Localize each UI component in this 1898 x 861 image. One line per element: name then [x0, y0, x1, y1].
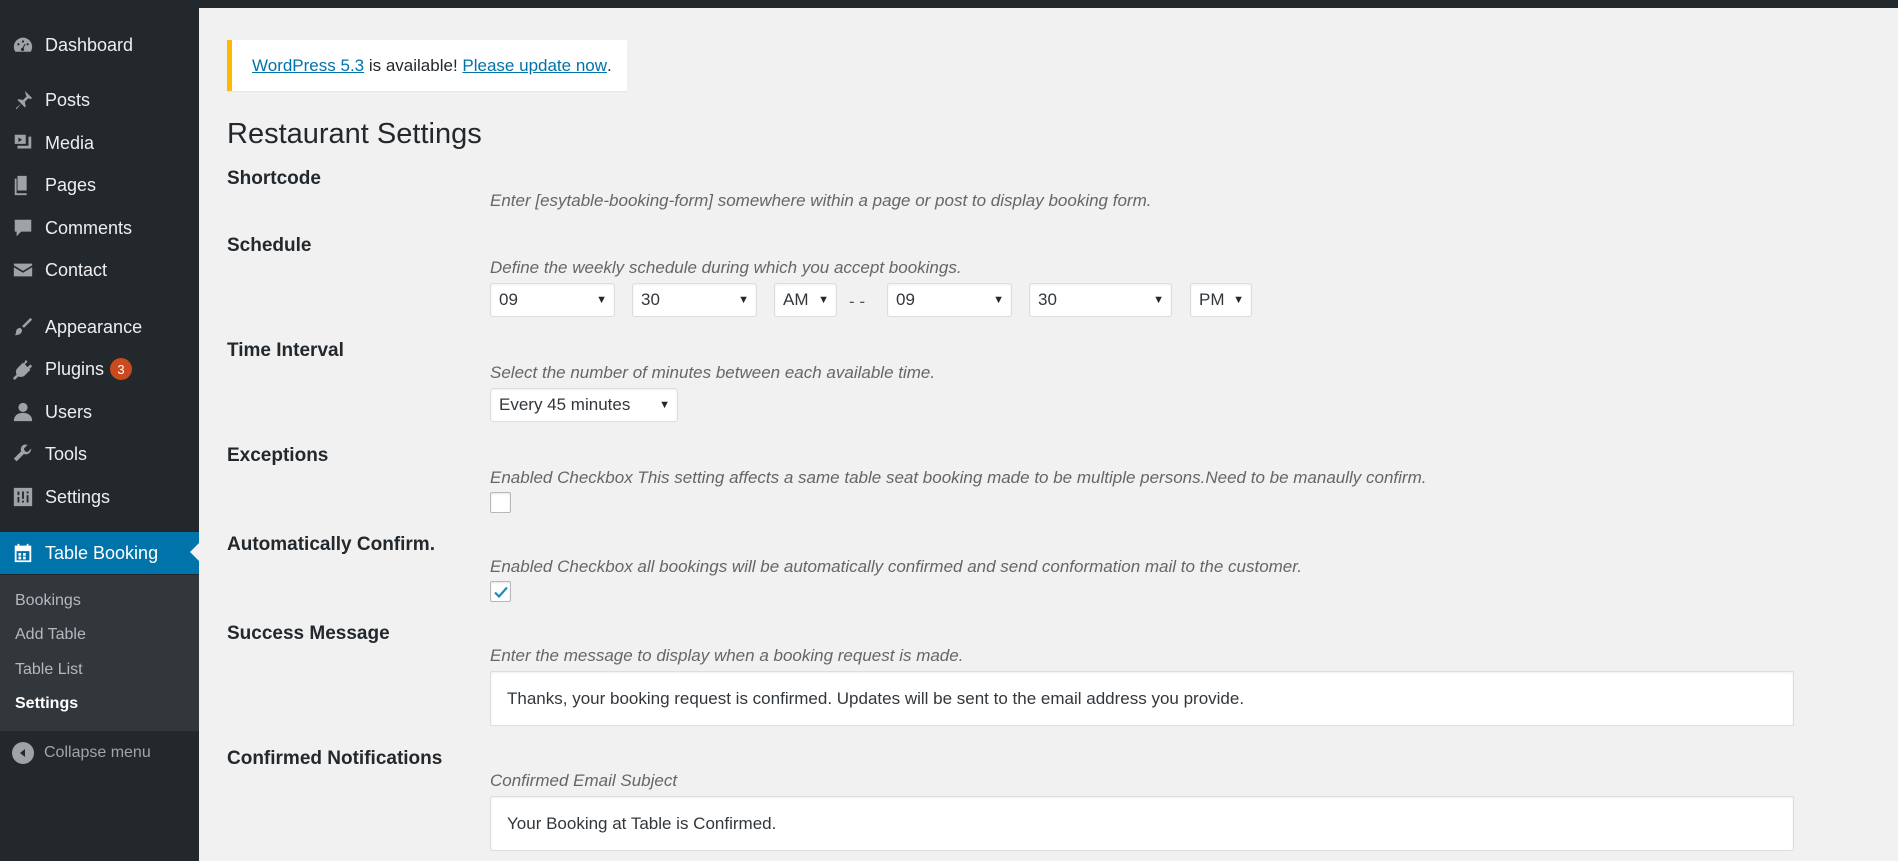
time-interval-description: Select the number of minutes between eac…: [490, 363, 936, 382]
sidebar-item-table-booking[interactable]: Table Booking: [0, 532, 199, 574]
sidebar-item-users[interactable]: Users: [0, 392, 199, 432]
schedule-start-period-value: AM: [783, 290, 809, 309]
success-message-label: Success Message: [227, 623, 390, 644]
admin-top-bar: [0, 0, 1898, 8]
table-booking-submenu: Bookings Add Table Table List Settings: [0, 575, 199, 731]
schedule-end-period-value: PM: [1199, 290, 1225, 309]
sidebar-item-plugins[interactable]: Plugins 3: [0, 349, 199, 389]
sidebar-item-label: Table Booking: [45, 542, 159, 563]
calendar-icon: [11, 541, 35, 565]
schedule-start-period-select[interactable]: AM ▼: [774, 283, 837, 317]
sidebar-item-pages[interactable]: Pages: [0, 165, 199, 205]
sidebar-item-label: Users: [45, 401, 93, 422]
auto-confirm-label: Automatically Confirm.: [227, 534, 435, 555]
submenu-item-table-list[interactable]: Table List: [15, 661, 83, 679]
sidebar-item-settings[interactable]: Settings: [0, 477, 199, 517]
chevron-down-icon: ▼: [993, 294, 1004, 306]
chevron-down-icon: ▼: [1233, 294, 1244, 306]
submenu-item-settings[interactable]: Settings: [15, 695, 78, 713]
schedule-end-hour-select[interactable]: 09 ▼: [887, 283, 1012, 317]
notice-period: .: [607, 55, 612, 75]
shortcode-label: Shortcode: [227, 168, 321, 189]
user-icon: [11, 400, 35, 424]
page-title: Restaurant Settings: [227, 118, 482, 150]
update-notice: WordPress 5.3 is available! Please updat…: [227, 40, 627, 91]
plug-icon: [11, 357, 35, 381]
submenu-item-add-table[interactable]: Add Table: [15, 626, 86, 644]
confirmed-notifications-label: Confirmed Notifications: [227, 748, 443, 769]
sidebar-item-label: Dashboard: [45, 34, 134, 55]
schedule-label: Schedule: [227, 235, 312, 256]
schedule-separator: - -: [849, 292, 866, 311]
sidebar-item-label: Comments: [45, 217, 133, 238]
pin-icon: [11, 88, 35, 112]
comment-icon: [11, 216, 35, 240]
sidebar-item-label: Settings: [45, 486, 111, 507]
schedule-description: Define the weekly schedule during which …: [490, 258, 962, 277]
chevron-down-icon: ▼: [659, 399, 670, 411]
schedule-end-minute-value: 30: [1038, 290, 1057, 309]
success-message-input[interactable]: Thanks, your booking request is confirme…: [490, 671, 1794, 726]
sidebar-item-tools[interactable]: Tools: [0, 434, 199, 474]
sidebar-item-comments[interactable]: Comments: [0, 208, 199, 248]
collapse-icon: [12, 742, 34, 764]
media-icon: [11, 131, 35, 155]
schedule-start-minute-value: 30: [641, 290, 660, 309]
schedule-start-minute-select[interactable]: 30 ▼: [632, 283, 757, 317]
sidebar-item-label: Pages: [45, 174, 97, 195]
confirmed-email-subject-label: Confirmed Email Subject: [490, 771, 678, 790]
chevron-down-icon: ▼: [738, 294, 749, 306]
success-message-description: Enter the message to display when a book…: [490, 646, 964, 665]
chevron-down-icon: ▼: [596, 294, 607, 306]
envelope-icon: [11, 258, 35, 282]
main-content: WordPress 5.3 is available! Please updat…: [199, 8, 1898, 861]
sidebar-item-label: Tools: [45, 443, 88, 464]
collapse-menu-label: Collapse menu: [44, 744, 151, 761]
brush-icon: [11, 315, 35, 339]
schedule-start-hour-select[interactable]: 09 ▼: [490, 283, 615, 317]
wordpress-version-link[interactable]: WordPress 5.3: [252, 56, 364, 76]
admin-sidebar: Dashboard Posts Media Pages Comments Con…: [0, 0, 199, 861]
sidebar-item-label: Plugins: [45, 358, 105, 379]
shortcode-description: Enter [esytable-booking-form] somewhere …: [490, 191, 1152, 210]
plugins-update-badge: 3: [110, 358, 133, 380]
schedule-start-hour-value: 09: [499, 290, 518, 309]
sidebar-item-label: Posts: [45, 89, 91, 110]
submenu-item-bookings[interactable]: Bookings: [15, 592, 81, 610]
exceptions-checkbox[interactable]: [490, 492, 511, 513]
wrench-icon: [11, 442, 35, 466]
auto-confirm-checkbox[interactable]: [490, 581, 511, 602]
update-now-link[interactable]: Please update now: [462, 56, 607, 76]
sidebar-item-appearance[interactable]: Appearance: [0, 307, 199, 347]
sidebar-item-contact[interactable]: Contact: [0, 250, 199, 290]
sidebar-item-label: Media: [45, 132, 95, 153]
sidebar-item-posts[interactable]: Posts: [0, 80, 199, 120]
confirmed-email-subject-input[interactable]: Your Booking at Table is Confirmed.: [490, 796, 1794, 851]
time-interval-select[interactable]: Every 45 minutes ▼: [490, 388, 678, 422]
schedule-end-hour-value: 09: [896, 290, 915, 309]
chevron-down-icon: ▼: [1153, 294, 1164, 306]
checkmark-icon: [493, 586, 508, 598]
auto-confirm-description: Enabled Checkbox all bookings will be au…: [490, 557, 1303, 576]
sidebar-item-label: Contact: [45, 259, 108, 280]
time-interval-label: Time Interval: [227, 340, 344, 361]
schedule-end-minute-select[interactable]: 30 ▼: [1029, 283, 1172, 317]
sidebar-item-media[interactable]: Media: [0, 123, 199, 163]
collapse-menu-button[interactable]: Collapse menu: [0, 738, 199, 768]
pages-icon: [11, 173, 35, 197]
dashboard-icon: [11, 33, 35, 57]
sidebar-item-dashboard[interactable]: Dashboard: [0, 25, 199, 65]
notice-text: is available!: [364, 55, 463, 75]
sliders-icon: [11, 485, 35, 509]
exceptions-label: Exceptions: [227, 445, 329, 466]
chevron-down-icon: ▼: [818, 294, 829, 306]
sidebar-item-label: Appearance: [45, 316, 143, 337]
schedule-end-period-select[interactable]: PM ▼: [1190, 283, 1252, 317]
time-interval-value: Every 45 minutes: [499, 395, 631, 414]
exceptions-description: Enabled Checkbox This setting affects a …: [490, 468, 1427, 487]
